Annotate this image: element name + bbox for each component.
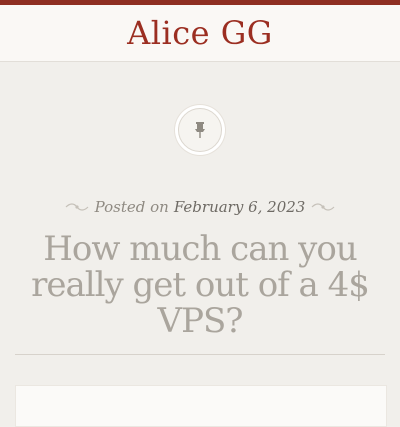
flourish-right-icon (311, 203, 335, 211)
title-divider (15, 354, 385, 355)
post-content-card (15, 385, 387, 427)
post-format-badge (178, 108, 222, 152)
pin-icon (195, 122, 205, 138)
post-meta: Posted on February 6, 2023 (0, 198, 400, 216)
flourish-left-icon (65, 203, 89, 211)
post-title: How much can you really get out of a 4$ … (31, 229, 370, 341)
site-header: Alice GG (0, 5, 400, 62)
posted-on-label: Posted on (94, 198, 169, 216)
post-date-link[interactable]: February 6, 2023 (174, 198, 306, 216)
site-title[interactable]: Alice GG (127, 17, 273, 49)
